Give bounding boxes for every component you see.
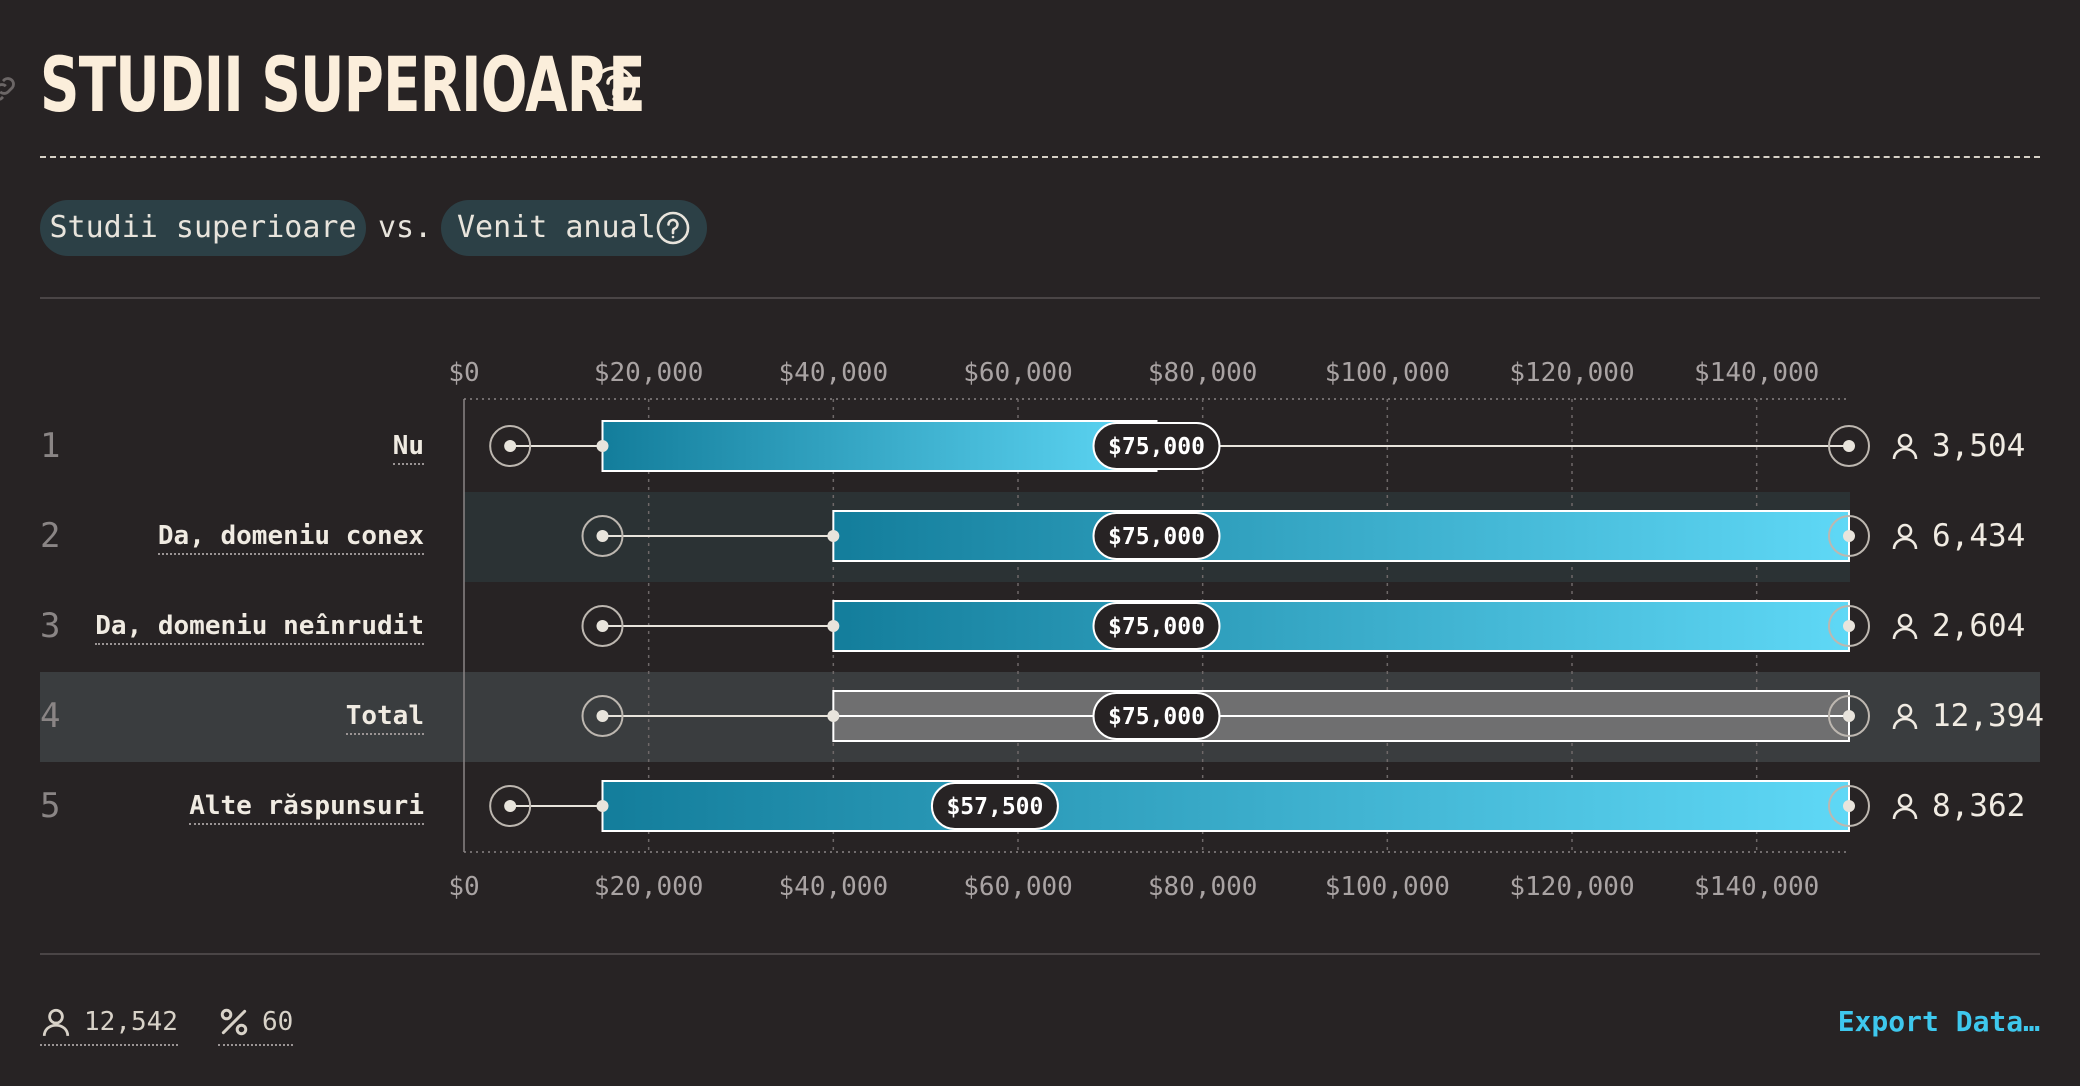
whisker-min-marker-dot (596, 620, 609, 632)
x-tick-label-top: $80,000 (1148, 358, 1258, 388)
percent-value: 60 (262, 1007, 294, 1037)
iqr-box (832, 510, 1850, 562)
x-tick-label-bottom: $80,000 (1148, 872, 1258, 902)
x-tick-label-bottom: $20,000 (594, 872, 704, 902)
q1-dot (596, 800, 609, 812)
whisker-min-marker-dot (504, 800, 517, 812)
whisker-min-marker-dot (504, 440, 517, 452)
median-label: $75,000 (1108, 614, 1205, 640)
q1-dot (827, 530, 840, 542)
x-tick-label-bottom: $100,000 (1325, 872, 1450, 902)
x-tick-label-bottom: $140,000 (1694, 872, 1819, 902)
whisker-min-marker-dot (596, 710, 609, 722)
person-icon (42, 1008, 70, 1036)
x-tick-label-top: $20,000 (594, 358, 704, 388)
median-label: $75,000 (1108, 524, 1205, 550)
q1-dot (827, 710, 840, 722)
q1-dot (596, 440, 609, 452)
respondents-stat[interactable]: 12,542 (40, 1000, 178, 1046)
income-range-chart: $0 $0 $20,000 $20,000 $40,000 $40,000 $60,000 $… (448, 358, 1870, 902)
median-label: $75,000 (1108, 704, 1205, 730)
x-tick-label-bottom: $60,000 (963, 872, 1073, 902)
percent-icon (220, 1008, 248, 1036)
median-label: $57,500 (946, 794, 1043, 820)
iqr-box (601, 780, 1850, 832)
x-tick-label-top: $120,000 (1509, 358, 1634, 388)
export-data-button[interactable]: Export Data… (1838, 1000, 2040, 1044)
x-tick-label-top: $140,000 (1694, 358, 1819, 388)
q1-dot (827, 620, 840, 632)
x-tick-label-bottom: $0 (448, 872, 479, 902)
x-tick-label-top: $40,000 (779, 358, 889, 388)
whisker-max-marker-dot (1843, 800, 1855, 812)
x-tick-label-top: $100,000 (1325, 358, 1450, 388)
percent-stat[interactable]: 60 (218, 1000, 294, 1046)
iqr-box (601, 420, 1158, 472)
respondents-value: 12,542 (84, 1007, 178, 1037)
x-tick-label-bottom: $120,000 (1509, 872, 1634, 902)
footer-rule (40, 953, 2040, 955)
x-tick-label-top: $0 (448, 358, 479, 388)
median-label: $75,000 (1108, 434, 1205, 460)
whisker-max-marker-dot (1843, 440, 1855, 452)
iqr-box (832, 600, 1850, 652)
whisker-max-marker-dot (1843, 620, 1855, 632)
whisker-min-marker-dot (596, 530, 609, 542)
x-tick-label-bottom: $40,000 (779, 872, 889, 902)
whisker-max-marker-dot (1843, 530, 1855, 542)
x-tick-label-top: $60,000 (963, 358, 1073, 388)
whisker-max-marker-dot (1843, 710, 1855, 722)
